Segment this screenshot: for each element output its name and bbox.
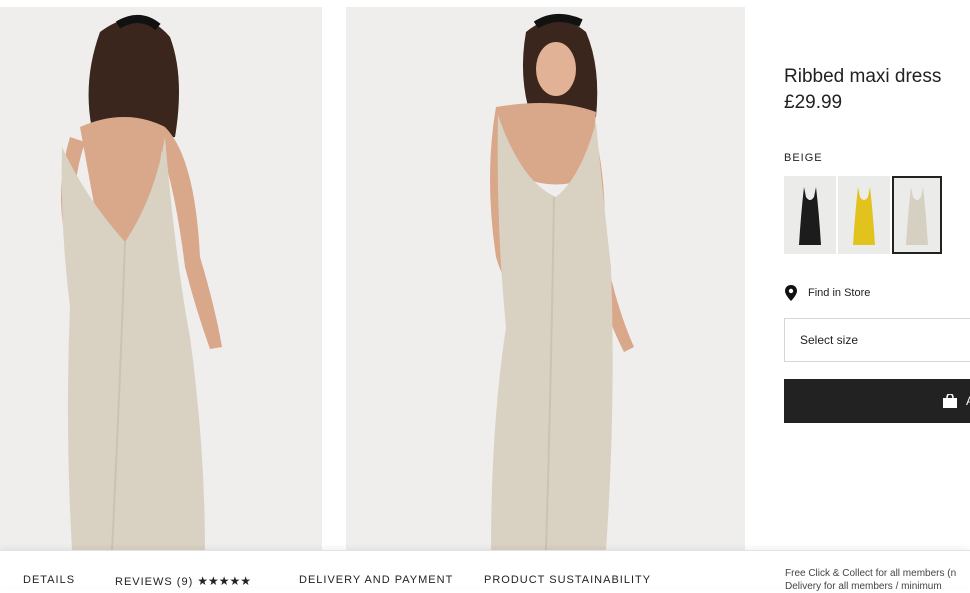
size-select-label: Select size (800, 333, 859, 347)
promo-text: Free Click & Collect for all members (n … (785, 567, 956, 593)
product-info-panel: Ribbed maxi dress £29.99 BEIGE Find in S… (784, 0, 970, 550)
bottom-tab-bar: DETAILS REVIEWS (9) ★★★★★ DELIVERY AND PA… (0, 550, 970, 592)
swatch-yellow[interactable] (838, 176, 890, 254)
size-select[interactable]: Select size (784, 318, 970, 362)
add-to-bag-button[interactable]: A (784, 379, 970, 423)
model-back-figure (0, 7, 322, 550)
tab-details[interactable]: DETAILS (23, 574, 75, 586)
swatch-beige[interactable] (892, 176, 942, 254)
product-image-front[interactable] (346, 7, 745, 550)
find-in-store-link[interactable]: Find in Store (784, 285, 870, 301)
selected-color-name: BEIGE (784, 152, 823, 164)
promo-line-2: Delivery for all members / minimum (785, 581, 942, 592)
location-pin-icon (785, 285, 797, 301)
model-front-figure (346, 7, 745, 550)
promo-line-1: Free Click & Collect for all members (n (785, 568, 957, 579)
find-in-store-label: Find in Store (808, 287, 871, 299)
dress-thumbnail-icon (853, 187, 875, 245)
tab-product-sustainability[interactable]: PRODUCT SUSTAINABILITY (484, 574, 651, 586)
color-swatches (784, 176, 942, 254)
product-image-back[interactable] (0, 7, 322, 550)
swatch-black[interactable] (784, 176, 836, 254)
dress-thumbnail-icon (799, 187, 821, 245)
tab-delivery-payment[interactable]: DELIVERY AND PAYMENT (299, 574, 453, 586)
dress-thumbnail-icon (906, 187, 928, 245)
shopping-bag-icon (943, 394, 957, 408)
tab-reviews-label: REVIEWS (9) (115, 576, 194, 588)
product-title: Ribbed maxi dress (784, 66, 942, 87)
product-price: £29.99 (784, 92, 843, 113)
add-to-bag-label: A (966, 394, 970, 408)
